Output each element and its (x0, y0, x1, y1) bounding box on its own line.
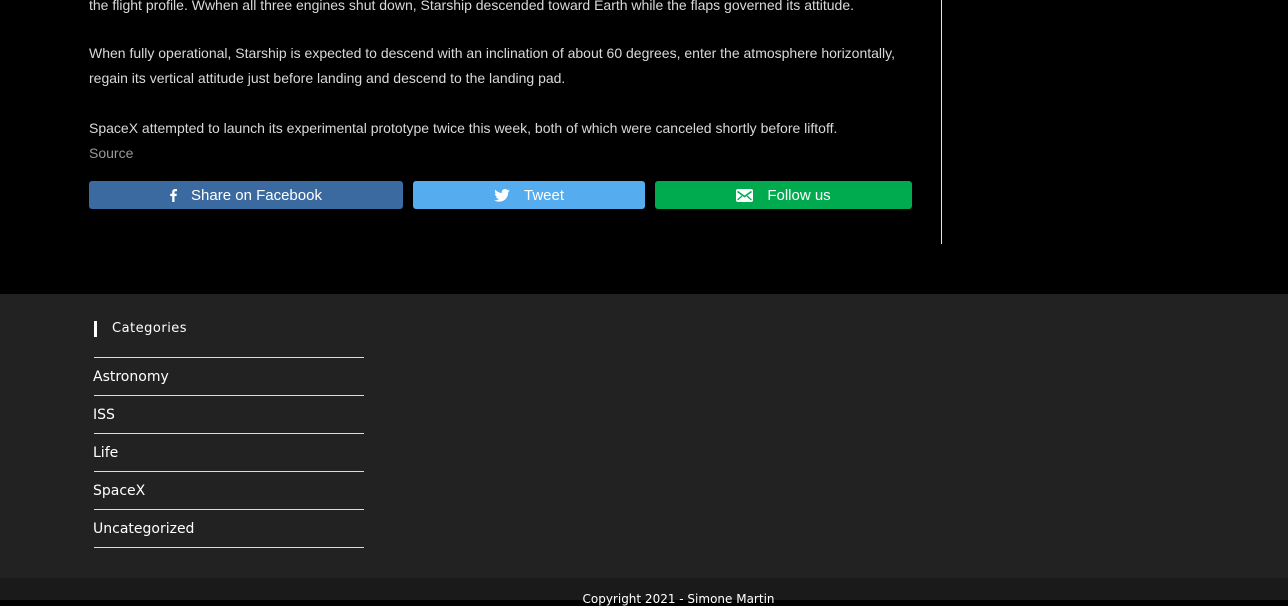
article-body: the flight profile. Wwhen all three engi… (0, 0, 1288, 294)
list-item: Uncategorized (93, 510, 364, 548)
tweet-label: Tweet (523, 186, 565, 204)
copyright-bar: Copyright 2021 - Simone Martin (0, 578, 1288, 606)
categories-list: Astronomy ISS Life SpaceX Uncategorized (93, 357, 364, 548)
article-paragraph: SpaceX attempted to launch its experimen… (89, 120, 838, 136)
facebook-icon (170, 188, 178, 202)
envelope-icon (736, 188, 754, 202)
twitter-bird-icon (494, 188, 510, 202)
list-item: Life (93, 434, 364, 472)
tweet-button[interactable]: Tweet (413, 181, 645, 209)
source-link[interactable]: Source (89, 141, 133, 166)
share-facebook-label: Share on Facebook (191, 186, 322, 204)
article-paragraph: When fully operational, Starship is expe… (89, 45, 896, 86)
footer-widgets: Categories Astronomy ISS Life SpaceX Unc… (0, 294, 1288, 578)
category-link-iss[interactable]: ISS (93, 407, 115, 423)
category-link-life[interactable]: Life (93, 445, 118, 461)
article-paragraph: the flight profile. Wwhen all three engi… (89, 0, 855, 13)
category-link-astronomy[interactable]: Astronomy (93, 369, 169, 385)
category-link-uncategorized[interactable]: Uncategorized (93, 521, 194, 537)
list-item: ISS (93, 396, 364, 434)
list-item: SpaceX (93, 472, 364, 510)
follow-us-button[interactable]: Follow us (655, 181, 912, 209)
copyright-text: Copyright 2021 - Simone Martin (582, 592, 775, 606)
follow-us-label: Follow us (767, 186, 831, 204)
categories-widget-title: Categories (94, 321, 187, 337)
list-item: Astronomy (93, 358, 364, 396)
share-facebook-button[interactable]: Share on Facebook (89, 181, 403, 209)
sidebar-divider (941, 0, 942, 244)
category-link-spacex[interactable]: SpaceX (93, 483, 145, 499)
